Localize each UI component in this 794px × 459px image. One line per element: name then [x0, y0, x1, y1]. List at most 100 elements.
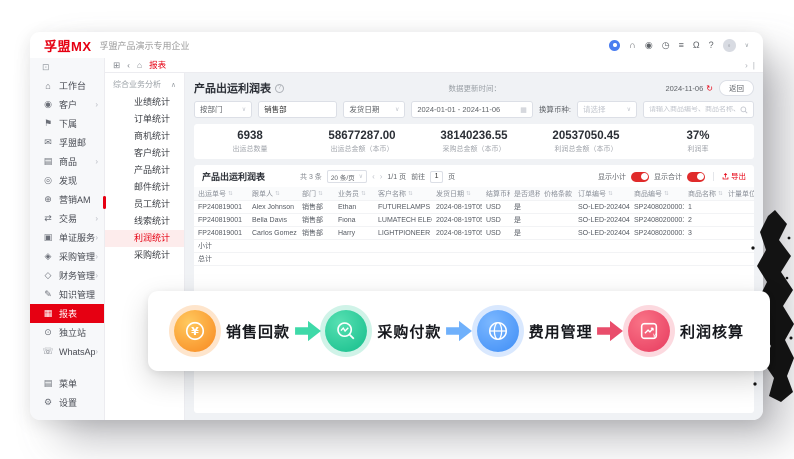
sort-icon[interactable]: ⇅: [466, 191, 471, 197]
column-header[interactable]: 结算币种⇅: [482, 189, 510, 199]
sort-icon[interactable]: ⇅: [361, 191, 366, 197]
tab-bar: ⊞ ‹ ⌂ 报表 › |: [105, 58, 763, 73]
submenu-group[interactable]: 综合业务分析 ∧: [105, 79, 184, 94]
home-tab-icon[interactable]: ⌂: [137, 60, 142, 70]
page-size-select[interactable]: 20 条/页∨: [327, 170, 367, 183]
prev-page-button[interactable]: ‹: [372, 172, 375, 181]
column-header[interactable]: 商品名称⇅: [684, 189, 724, 199]
submenu-item-profit[interactable]: 利润统计: [105, 230, 184, 247]
sort-icon[interactable]: ⇅: [718, 191, 723, 197]
sidebar-item-products[interactable]: ▤商品›: [30, 152, 104, 171]
department-value-field[interactable]: [258, 101, 337, 118]
theme-toggle-icon[interactable]: [609, 40, 620, 51]
sort-icon[interactable]: ⇅: [275, 191, 280, 197]
column-header[interactable]: 出运单号⇅: [194, 189, 248, 199]
sidebar-collapse-icon[interactable]: ⊡: [30, 61, 104, 76]
column-header[interactable]: 计量单位⇅: [724, 189, 754, 199]
currency-select[interactable]: 请选择 ∨: [577, 101, 637, 118]
table-cell: USD: [482, 217, 510, 224]
show-total-toggle[interactable]: [687, 172, 705, 182]
search-field[interactable]: [643, 101, 754, 118]
user-icon: ◉: [42, 99, 54, 110]
next-page-button[interactable]: ›: [380, 172, 383, 181]
record-icon[interactable]: ◉: [645, 41, 653, 50]
sort-icon[interactable]: ⇅: [608, 191, 613, 197]
goto-page-input[interactable]: [430, 171, 443, 183]
list-filter-icon[interactable]: ≡: [679, 41, 684, 50]
stat-shipment-qty: 6938 出运总数量: [194, 130, 306, 154]
sidebar-item-settings[interactable]: ⚙设置: [30, 393, 104, 412]
sidebar-item-independent-site[interactable]: ⊙独立站: [30, 323, 104, 342]
column-header[interactable]: 商品编号⇅: [630, 189, 684, 199]
table-row[interactable]: FP240819001Carlos Gomez销售部HarryLIGHTPION…: [194, 227, 754, 240]
export-button[interactable]: 导出: [722, 171, 746, 182]
sidebar-item-procurement[interactable]: ◈采购管理›: [30, 247, 104, 266]
stat-label: 利润总金额（本币）: [530, 144, 642, 154]
column-header[interactable]: 客户名称⇅: [374, 189, 432, 199]
sidebar-item-discover[interactable]: ◎发现: [30, 171, 104, 190]
date-range-picker[interactable]: 2024-01-01 - 2024-11-06 ▦: [411, 101, 533, 118]
sidebar-item-whatsapp[interactable]: ☏WhatsAp...›: [30, 342, 104, 361]
clock-icon[interactable]: ◷: [662, 41, 670, 50]
sort-icon[interactable]: ⇅: [318, 191, 323, 197]
column-header[interactable]: 订单编号⇅: [574, 189, 630, 199]
sidebar-drag-handle[interactable]: [103, 196, 106, 209]
submenu-item-opportunities[interactable]: 商机统计: [105, 128, 184, 145]
sidebar-item-customer[interactable]: ◉客户›: [30, 95, 104, 114]
chevron-down-icon[interactable]: ∨: [745, 42, 749, 49]
sidebar-item-marketing-am[interactable]: ⊕营销AM: [30, 190, 104, 209]
sort-icon[interactable]: ⇅: [408, 191, 413, 197]
help-icon[interactable]: ?: [709, 41, 714, 50]
sidebar-item-subordinates[interactable]: ⚑下属: [30, 114, 104, 133]
sidebar-item-finance[interactable]: ◇财务管理›: [30, 266, 104, 285]
sidebar-item-doc-service[interactable]: ▣单证服务›: [30, 228, 104, 247]
department-select[interactable]: 按部门 ∨: [194, 101, 252, 118]
back-button[interactable]: 返回: [719, 80, 754, 96]
submenu-item-customers[interactable]: 客户统计: [105, 145, 184, 162]
user-avatar[interactable]: ◦: [723, 39, 736, 52]
table-cell: 2024-08-19T05:...: [432, 217, 482, 224]
submenu-item-performance[interactable]: 业绩统计: [105, 94, 184, 111]
flow-arrow-blue-icon: [444, 319, 474, 343]
submenu-item-products[interactable]: 产品统计: [105, 162, 184, 179]
sort-icon[interactable]: ⇅: [664, 191, 669, 197]
sidebar-item-menu[interactable]: ▤菜单: [30, 374, 104, 393]
column-header[interactable]: 发货日期⇅: [432, 189, 482, 199]
sidebar-item-label: 发现: [59, 174, 98, 187]
submenu-item-procurement[interactable]: 采购统计: [105, 247, 184, 264]
refresh-icon[interactable]: ↻: [706, 84, 713, 93]
headset-icon[interactable]: ∩: [629, 41, 635, 50]
submenu-item-orders[interactable]: 订单统计: [105, 111, 184, 128]
show-subtotal-toggle[interactable]: [631, 172, 649, 182]
column-header[interactable]: 部门⇅: [298, 189, 334, 199]
submenu-item-employees[interactable]: 员工统计: [105, 196, 184, 213]
sort-icon[interactable]: ⇅: [228, 191, 233, 197]
submenu-item-mail[interactable]: 邮件统计: [105, 179, 184, 196]
tab-reports[interactable]: 报表: [149, 59, 166, 71]
svg-text:¥: ¥: [653, 333, 657, 339]
goto-suffix: 页: [448, 172, 455, 182]
grid-view-icon[interactable]: ⊞: [113, 60, 120, 71]
department-input[interactable]: [264, 105, 331, 114]
sidebar-item-fumeng-mail[interactable]: ✉孚盟邮: [30, 133, 104, 152]
column-header[interactable]: 价格条款⇅: [540, 189, 574, 199]
sidebar-item-knowledge[interactable]: ✎知识管理: [30, 285, 104, 304]
stat-label: 出运总数量: [194, 144, 306, 154]
search-input[interactable]: [649, 106, 740, 113]
sidebar-item-reports[interactable]: ▦报表: [30, 304, 104, 323]
sidebar-item-workbench[interactable]: ⌂工作台: [30, 76, 104, 95]
table-row[interactable]: FP240819001Bella Davis销售部FionaLUMATECH E…: [194, 214, 754, 227]
column-header[interactable]: 跟单人⇅: [248, 189, 298, 199]
stat-value: 6938: [194, 130, 306, 142]
back-arrow-icon[interactable]: ‹: [127, 60, 130, 70]
help-circle-icon[interactable]: ?: [275, 84, 284, 93]
bell-icon[interactable]: Ω: [693, 41, 700, 50]
tab-scroll-right-icon[interactable]: ›: [745, 60, 748, 70]
column-header[interactable]: 是否退税⇅: [510, 189, 540, 199]
table-row[interactable]: FP240819001Alex Johnson销售部EthanFUTURELAM…: [194, 201, 754, 214]
date-type-select[interactable]: 发货日期 ∨: [343, 101, 405, 118]
submenu-item-leads[interactable]: 线索统计: [105, 213, 184, 230]
exchange-icon: ⇄: [42, 213, 54, 224]
column-header[interactable]: 业务员⇅: [334, 189, 374, 199]
sidebar-item-trade[interactable]: ⇄交易›: [30, 209, 104, 228]
